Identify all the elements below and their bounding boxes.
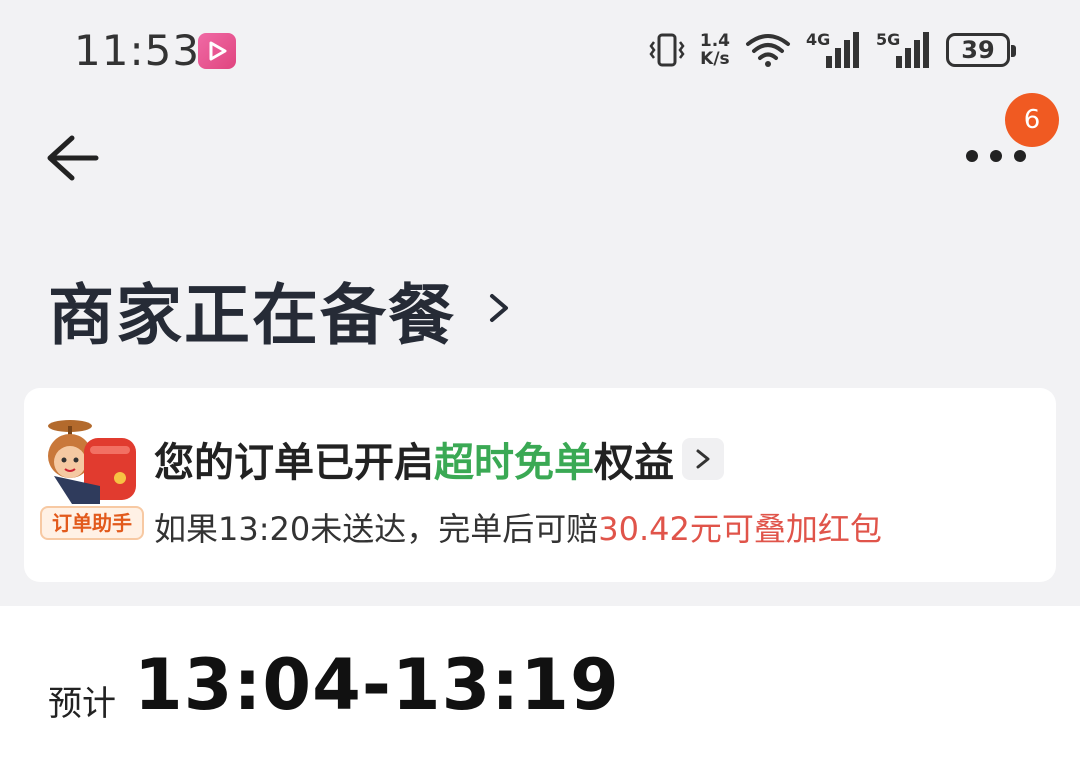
banner-subtext-highlight: 30.42元可叠加红包 xyxy=(598,510,882,548)
back-arrow-icon[interactable] xyxy=(44,132,100,184)
banner-subtext-prefix: 如果13:20未送达，完单后可赔 xyxy=(154,510,599,548)
order-status-title[interactable]: 商家正在备餐 xyxy=(48,262,456,358)
order-assistant-mascot: 订单助手 xyxy=(40,416,144,540)
notification-badge: 6 xyxy=(1005,93,1059,147)
banner-subtext: 如果13:20未送达，完单后可赔30.42元可叠加红包 xyxy=(154,504,882,550)
estimate-label: 预计 xyxy=(48,684,116,724)
signal-4g-icon: 4G xyxy=(806,30,862,70)
signal-5g-icon: 5G xyxy=(876,30,932,70)
video-app-icon xyxy=(198,33,236,69)
status-icons: 1.4 K/s 4G 5G 39 xyxy=(648,28,1016,72)
mascot-icon xyxy=(48,420,136,504)
net-speed-unit: K/s xyxy=(700,49,730,69)
banner-headline-suffix: 权益 xyxy=(594,440,674,486)
banner-headline-prefix: 您的订单已开启 xyxy=(154,440,434,486)
banner-chevron-icon[interactable] xyxy=(682,438,724,480)
wifi-icon xyxy=(746,34,790,67)
order-assistant-tag: 订单助手 xyxy=(40,506,144,540)
estimate-time-range: 13:04-13:19 xyxy=(134,644,620,726)
net-speed-value: 1.4 xyxy=(699,31,730,51)
timeout-free-banner[interactable]: 订单助手 您的订单已开启 超时免单 权益 如果13:20未送达，完单后可赔30.… xyxy=(24,388,1056,582)
net-speed: 1.4 K/s xyxy=(700,32,730,68)
status-bar: 11:53 1.4 K/s 4G 5G 39 xyxy=(0,0,1080,100)
nav-bar: 6 xyxy=(0,93,1080,210)
banner-headline-highlight: 超时免单 xyxy=(434,440,594,486)
vibrate-icon xyxy=(649,33,685,67)
banner-headline: 您的订单已开启 超时免单 权益 xyxy=(154,430,724,488)
battery-icon: 39 xyxy=(946,33,1016,67)
chevron-right-icon[interactable] xyxy=(484,288,514,328)
status-time: 11:53 xyxy=(74,26,201,75)
estimate-section: 预计 13:04-13:19 xyxy=(0,606,1080,758)
